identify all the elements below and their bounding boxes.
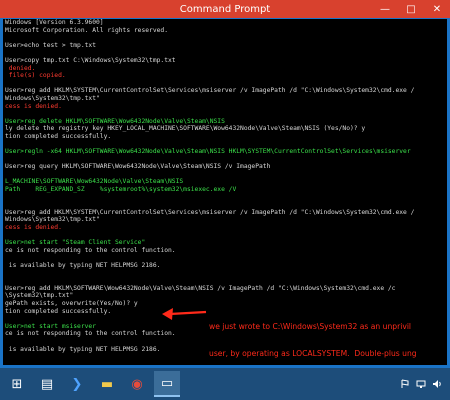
system-tray [400, 379, 450, 389]
console-line: file(s) copied. [5, 72, 66, 80]
chrome-icon-glyph: ◉ [131, 376, 143, 392]
console-line: Microsoft Corporation. All rights reserv… [5, 26, 169, 34]
console-line: denied. [5, 64, 36, 72]
console-line: User>reg add HKLM\SOFTWARE\Wow6432Node\V… [5, 284, 396, 292]
console-line: ly delete the registry key HKEY_LOCAL_MA… [5, 125, 366, 133]
console-line: User>echo test > tmp.txt [5, 41, 96, 49]
console-line: Windows\System32\tmp.txt" [5, 94, 100, 102]
network-icon[interactable] [416, 379, 426, 389]
console-line: User>regln -x64 HKLM\SOFTWARE\Wow6432Nod… [5, 148, 411, 156]
console-line: is available by typing NET HELPMSG 2186. [5, 262, 161, 269]
window-controls: — □ ✕ [372, 0, 450, 18]
volume-icon[interactable] [432, 379, 442, 389]
command-prompt-window: Command Prompt — □ ✕ Windows [Version 6.… [0, 0, 450, 368]
powershell-icon-glyph: ❯ [71, 376, 83, 392]
chrome-icon[interactable]: ◉ [124, 371, 150, 397]
start-icon[interactable]: ⊞ [4, 371, 30, 397]
console-line: \System32\tmp.txt" [5, 292, 74, 300]
console-line: Path REG_EXPAND_SZ %systemroot%\system32… [5, 186, 237, 194]
maximize-button[interactable]: □ [398, 0, 424, 18]
folder-icon[interactable]: ▬ [94, 371, 120, 397]
console-line: Windows [Version 6.3.9600] [5, 19, 104, 26]
cmd-icon-glyph: ▭ [160, 375, 174, 391]
title-bar[interactable]: Command Prompt — □ ✕ [0, 0, 450, 18]
annotation-line-2: user, by operating as LOCALSYSTEM. Doubl… [209, 349, 417, 358]
console-line: User>net start "Steam Client Service" [5, 239, 146, 247]
close-button[interactable]: ✕ [424, 0, 450, 18]
flag-icon[interactable] [400, 379, 410, 389]
annotation-line-1: we just wrote to C:\Windows\System32 as … [209, 322, 412, 331]
console-line: User>reg add HKLM\SYSTEM\CurrentControlS… [5, 87, 415, 95]
console-line: User>reg add HKLM\SYSTEM\CurrentControlS… [5, 208, 415, 216]
taskbar-icons: ⊞ ▤ ❯ ▬ ◉ ▭ [0, 371, 180, 397]
minimize-button[interactable]: — [372, 0, 398, 18]
console-line: cess is denied. [5, 102, 62, 110]
console-line: ce is not responding to the control func… [5, 246, 176, 254]
console-line: cess is denied. [5, 224, 62, 232]
console-line: L_MACHINE\SOFTWARE\Wow6432Node\Valve\Ste… [5, 178, 184, 186]
console-line: Windows\System32\tmp.txt" [5, 216, 100, 224]
console-line: User>copy tmp.txt C:\Windows\System32\tm… [5, 56, 176, 64]
explorer-icon[interactable]: ▤ [34, 371, 60, 397]
start-icon-glyph: ⊞ [11, 376, 23, 392]
cmd-icon[interactable]: ▭ [154, 371, 180, 397]
red-arrow-icon [162, 308, 207, 320]
console-line: User>reg delete HKLM\SOFTWARE\Wow6432Nod… [5, 117, 225, 125]
console-line: User>reg query HKLM\SOFTWARE\Wow6432Node… [5, 163, 271, 171]
powershell-icon[interactable]: ❯ [64, 371, 90, 397]
taskbar: ⊞ ▤ ❯ ▬ ◉ ▭ [0, 368, 450, 400]
annotation-text: we just wrote to C:\Windows\System32 as … [209, 304, 450, 376]
window-title: Command Prompt [179, 3, 271, 15]
console-line: tion completed successfully. [5, 132, 112, 140]
folder-icon-glyph: ▬ [100, 376, 114, 392]
explorer-icon-glyph: ▤ [40, 376, 54, 392]
